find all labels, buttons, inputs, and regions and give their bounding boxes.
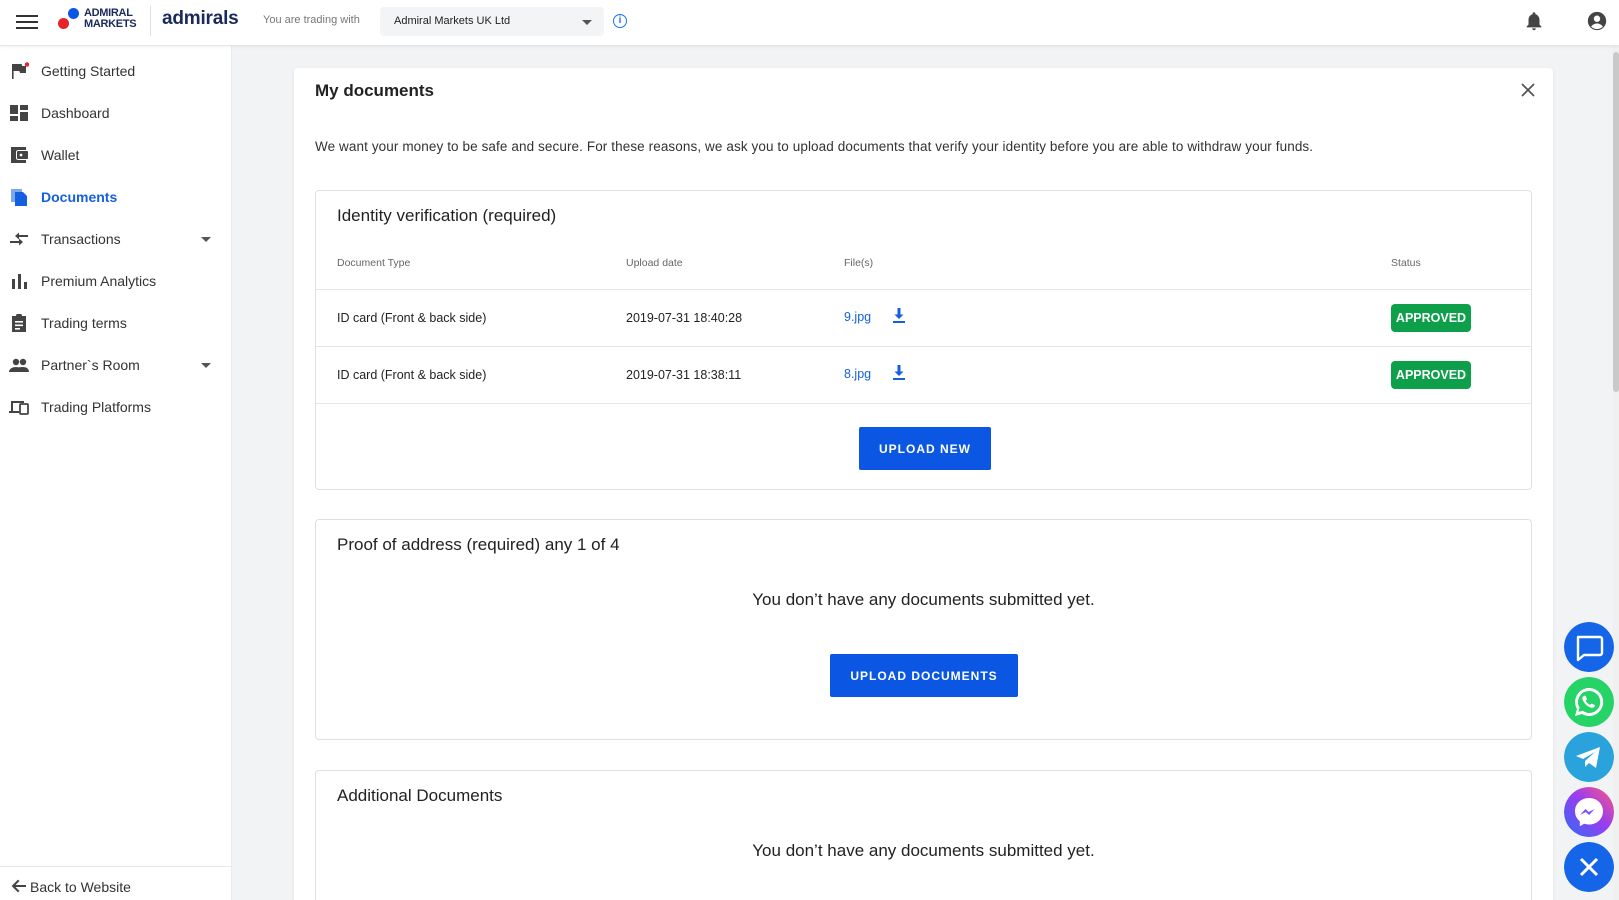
upload-date-cell: 2019-07-31 18:40:28 <box>626 311 743 325</box>
proof-of-address-section: Proof of address (required) any 1 of 4 Y… <box>315 519 1532 740</box>
clipboard-icon <box>12 314 26 332</box>
people-icon <box>9 358 29 372</box>
entity-select-value: Admiral Markets UK Ltd <box>394 15 511 27</box>
identity-verification-section: Identity verification (required) Documen… <box>315 190 1532 490</box>
file-link[interactable]: 8.jpg <box>844 367 871 381</box>
column-header-upload-date: Upload date <box>626 257 683 269</box>
transactions-arrows-icon <box>10 232 28 246</box>
entity-select[interactable]: Admiral Markets UK Ltd <box>380 7 604 36</box>
wallet-icon <box>11 147 28 163</box>
flag-icon <box>12 62 29 79</box>
document-type-cell: ID card (Front & back side) <box>337 311 487 325</box>
sidebar-item-transactions[interactable]: Transactions <box>0 219 232 259</box>
table-row: ID card (Front & back side) 2019-07-31 1… <box>316 289 1531 346</box>
empty-state-message: You don’t have any documents submitted y… <box>752 590 1095 609</box>
upload-documents-button[interactable]: UPLOAD DOCUMENTS <box>830 654 1018 697</box>
close-chat-icon[interactable] <box>1564 842 1614 892</box>
info-icon[interactable]: i <box>613 14 627 28</box>
logo-text: ADMIRAL MARKETS <box>84 7 137 30</box>
sidebar-item-premium-analytics[interactable]: Premium Analytics <box>0 261 232 301</box>
status-badge: APPROVED <box>1391 361 1471 389</box>
documents-icon <box>11 189 27 206</box>
download-icon[interactable] <box>891 307 907 324</box>
column-header-files: File(s) <box>844 257 874 269</box>
sidebar-item-getting-started[interactable]: Getting Started <box>0 51 232 91</box>
upload-date-cell: 2019-07-31 18:38:11 <box>626 368 742 382</box>
upload-row: UPLOAD NEW <box>316 403 1531 489</box>
page-title: My documents <box>315 81 435 100</box>
intro-text: We want your money to be safe and secure… <box>315 139 1314 154</box>
my-documents-card: My documents We want your money to be sa… <box>294 68 1553 900</box>
trading-with-label: You are trading with <box>263 14 360 26</box>
admiral-markets-logo-icon[interactable] <box>58 8 84 32</box>
file-link[interactable]: 9.jpg <box>844 310 871 324</box>
status-badge: APPROVED <box>1391 304 1471 332</box>
sidebar-item-dashboard[interactable]: Dashboard <box>0 93 232 133</box>
sidebar-item-wallet[interactable]: Wallet <box>0 135 232 175</box>
scrollbar-thumb[interactable] <box>1613 52 1619 392</box>
chevron-down-icon <box>582 20 592 25</box>
close-icon[interactable] <box>1520 82 1536 98</box>
section-title: Proof of address (required) any 1 of 4 <box>337 535 620 554</box>
document-type-cell: ID card (Front & back side) <box>337 368 487 382</box>
section-title: Identity verification (required) <box>337 206 557 225</box>
chevron-down-icon <box>201 363 211 368</box>
sidebar-item-partners-room[interactable]: Partner`s Room <box>0 345 232 385</box>
column-header-document-type: Document Type <box>337 257 411 269</box>
additional-documents-section: Additional Documents You don’t have any … <box>315 770 1532 900</box>
section-title: Additional Documents <box>337 786 503 805</box>
bar-chart-icon <box>12 274 27 289</box>
empty-state-message: You don’t have any documents submitted y… <box>752 841 1095 860</box>
back-to-website-link[interactable]: Back to Website <box>0 866 232 900</box>
sidebar-item-trading-platforms[interactable]: Trading Platforms <box>0 387 232 427</box>
live-chat-icon[interactable] <box>1564 622 1614 672</box>
bell-icon[interactable] <box>1523 10 1545 32</box>
sidebar: Getting Started Dashboard Wallet Documen… <box>0 46 232 900</box>
sidebar-item-documents[interactable]: Documents <box>0 177 232 217</box>
user-account-icon[interactable] <box>1586 10 1608 32</box>
devices-icon <box>9 401 29 415</box>
download-icon[interactable] <box>891 364 907 381</box>
logo-divider <box>150 6 151 36</box>
table-row: ID card (Front & back side) 2019-07-31 1… <box>316 346 1531 403</box>
sidebar-item-trading-terms[interactable]: Trading terms <box>0 303 232 343</box>
top-header: ADMIRAL MARKETS admirals You are trading… <box>0 0 1619 46</box>
telegram-icon[interactable] <box>1564 732 1614 782</box>
upload-new-button[interactable]: UPLOAD NEW <box>859 427 991 470</box>
brand-name: admirals <box>162 8 239 29</box>
arrow-left-icon <box>11 879 26 893</box>
whatsapp-icon[interactable] <box>1564 677 1614 727</box>
chevron-down-icon <box>201 237 211 242</box>
column-header-status: Status <box>1391 257 1421 269</box>
menu-icon[interactable] <box>16 12 38 32</box>
page-scrollbar[interactable] <box>1613 46 1619 900</box>
messenger-icon[interactable] <box>1564 787 1614 837</box>
dashboard-icon <box>10 105 28 121</box>
